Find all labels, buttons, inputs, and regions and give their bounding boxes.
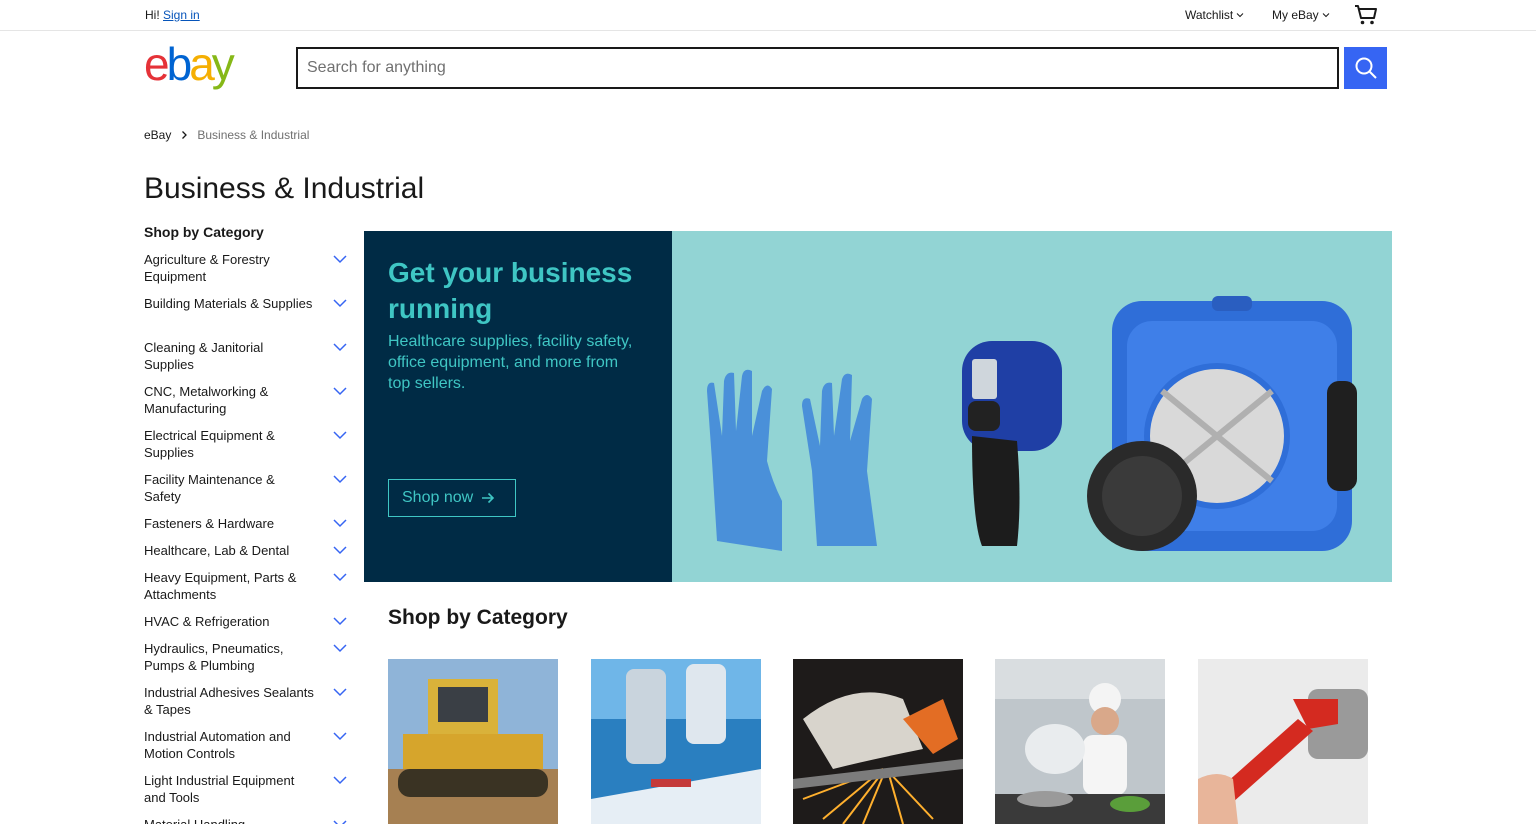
greeting-text: Hi! — [145, 8, 160, 22]
shop-now-label: Shop now — [402, 489, 474, 506]
breadcrumb-current: Business & Industrial — [197, 128, 310, 142]
metal-cutting-image[interactable] — [793, 659, 963, 824]
sidebar-heading: Shop by Category — [144, 224, 264, 240]
search-bar[interactable] — [296, 47, 1339, 89]
chevron-down-icon[interactable] — [332, 570, 348, 584]
sidebar-item-label: HVAC & Refrigeration — [144, 614, 270, 629]
cart-icon[interactable] — [1354, 4, 1378, 26]
sidebar-item[interactable]: Material Handling — [144, 816, 354, 824]
chevron-down-icon[interactable] — [332, 340, 348, 354]
chevron-down-icon[interactable] — [332, 296, 348, 310]
ebay-logo[interactable]: ebay — [144, 42, 262, 94]
my-ebay-label: My eBay — [1272, 8, 1319, 22]
sidebar-item-label: Light Industrial Equipment and Tools — [144, 773, 295, 805]
sidebar-item[interactable]: Facility Maintenance & Safety — [144, 471, 354, 515]
chef-kitchen-illustration — [995, 659, 1165, 824]
sidebar-item[interactable]: Industrial Automation and Motion Control… — [144, 728, 354, 772]
sidebar-item-label: Electrical Equipment & Supplies — [144, 428, 275, 460]
sidebar-item[interactable]: Building Materials & Supplies — [144, 295, 354, 339]
sidebar-item-label: Industrial Adhesives Sealants & Tapes — [144, 685, 314, 717]
chevron-right-icon — [182, 131, 188, 139]
sidebar-item[interactable]: CNC, Metalworking & Manufacturing — [144, 383, 354, 427]
chevron-down-icon[interactable] — [332, 614, 348, 628]
bulldozer-illustration — [388, 659, 558, 824]
chevron-down-icon[interactable] — [332, 641, 348, 655]
chevron-down-icon[interactable] — [332, 729, 348, 743]
air-scrubber-image — [1087, 296, 1357, 551]
search-input[interactable] — [307, 59, 1337, 77]
sidebar-item[interactable]: Fasteners & Hardware — [144, 515, 354, 542]
chevron-down-icon[interactable] — [332, 773, 348, 787]
greeting: Hi! Sign in — [145, 8, 200, 22]
sidebar-item[interactable]: Hydraulics, Pneumatics, Pumps & Plumbing — [144, 640, 354, 684]
chevron-down-icon[interactable] — [332, 252, 348, 266]
hero-image[interactable] — [672, 231, 1392, 582]
sidebar-item-label: Agriculture & Forestry Equipment — [144, 252, 270, 284]
sidebar-item-label: CNC, Metalworking & Manufacturing — [144, 384, 269, 416]
pipe-wrench-image[interactable] — [1198, 659, 1368, 824]
metal-cutting-illustration — [793, 659, 963, 824]
sidebar-item[interactable]: Industrial Adhesives Sealants & Tapes — [144, 684, 354, 728]
chevron-down-icon[interactable] — [332, 685, 348, 699]
sidebar-item[interactable]: Healthcare, Lab & Dental — [144, 542, 354, 569]
sidebar-item-label: Hydraulics, Pneumatics, Pumps & Plumbing — [144, 641, 284, 673]
thermometer-image — [962, 341, 1062, 546]
breadcrumb: eBay Business & Industrial — [144, 128, 309, 142]
sidebar-item[interactable]: HVAC & Refrigeration — [144, 613, 354, 640]
category-tiles — [388, 659, 1368, 824]
microscope-image[interactable] — [591, 659, 761, 824]
svg-text:ebay: ebay — [144, 42, 235, 90]
sidebar-item-label: Facility Maintenance & Safety — [144, 472, 275, 504]
sidebar-item[interactable]: Electrical Equipment & Supplies — [144, 427, 354, 471]
chevron-down-icon[interactable] — [332, 384, 348, 398]
my-ebay-menu[interactable]: My eBay — [1272, 0, 1330, 30]
search-button[interactable] — [1344, 47, 1387, 89]
hero-title: Get your business running — [388, 257, 633, 324]
sidebar-list: Agriculture & Forestry Equipment Building… — [144, 251, 354, 824]
search-icon — [1355, 57, 1377, 79]
chevron-down-icon[interactable] — [332, 817, 348, 824]
category-sidebar: Shop by Category Agriculture & Forestry … — [144, 224, 354, 824]
sidebar-item[interactable]: Agriculture & Forestry Equipment — [144, 251, 354, 295]
chevron-down-icon[interactable] — [332, 428, 348, 442]
hero-subtitle: Healthcare supplies, facility safety, of… — [388, 333, 633, 392]
chevron-down-icon — [1322, 13, 1330, 18]
sidebar-item-label: Cleaning & Janitorial Supplies — [144, 340, 264, 372]
chef-kitchen-image[interactable] — [995, 659, 1165, 824]
microscope-illustration — [591, 659, 761, 824]
chevron-down-icon — [1236, 13, 1244, 18]
category-section-title: Shop by Category — [388, 606, 568, 629]
watchlist-menu[interactable]: Watchlist — [1185, 0, 1244, 30]
chevron-down-icon[interactable] — [332, 516, 348, 530]
page-title: Business & Industrial — [144, 172, 425, 205]
sidebar-item-label: Building Materials & Supplies — [144, 296, 313, 311]
sidebar-item-label: Heavy Equipment, Parts & Attachments — [144, 570, 297, 602]
hero-panel: Get your business running Healthcare sup… — [364, 231, 672, 582]
breadcrumb-home[interactable]: eBay — [144, 128, 171, 142]
sidebar-item[interactable]: Light Industrial Equipment and Tools — [144, 772, 354, 816]
sidebar-item-label: Fasteners & Hardware — [144, 516, 275, 531]
products-illustration — [707, 296, 1357, 551]
sidebar-item[interactable]: Cleaning & Janitorial Supplies — [144, 339, 354, 383]
sidebar-item[interactable]: Heavy Equipment, Parts & Attachments — [144, 569, 354, 613]
gloves-image — [707, 369, 877, 551]
top-bar: Hi! Sign in Watchlist My eBay — [0, 0, 1536, 31]
watchlist-label: Watchlist — [1185, 8, 1234, 22]
sidebar-item-label: Industrial Automation and Motion Control… — [144, 729, 291, 761]
chevron-down-icon[interactable] — [332, 472, 348, 486]
chevron-down-icon[interactable] — [332, 543, 348, 557]
bulldozer-image[interactable] — [388, 659, 558, 824]
sidebar-item-label: Healthcare, Lab & Dental — [144, 543, 290, 558]
pipe-wrench-illustration — [1198, 659, 1368, 824]
sign-in-link[interactable]: Sign in — [163, 8, 200, 22]
sidebar-item-label: Material Handling — [144, 816, 314, 824]
shop-now-button[interactable]: Shop now — [388, 479, 516, 517]
arrow-right-icon — [482, 492, 495, 504]
